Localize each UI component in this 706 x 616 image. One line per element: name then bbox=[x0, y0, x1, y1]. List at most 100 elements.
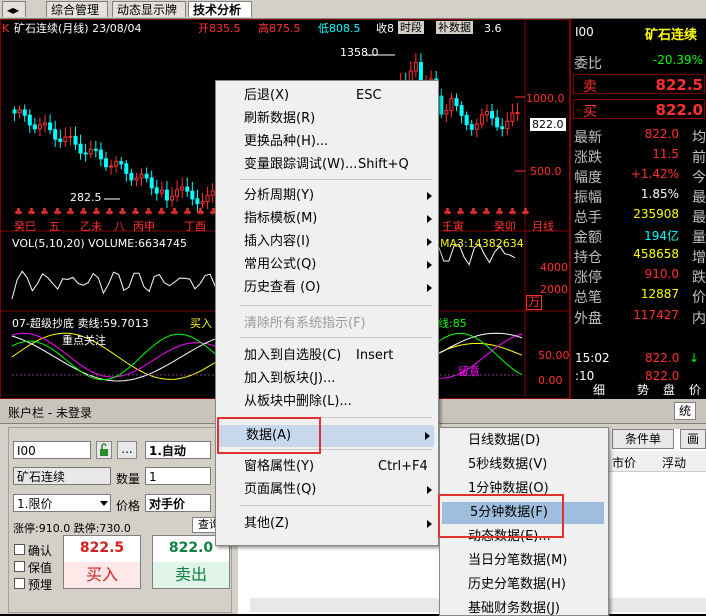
more-button[interactable]: ... bbox=[117, 441, 137, 459]
quote-value: +1.42% bbox=[630, 167, 679, 181]
volume-ma3: MA3:14382634 bbox=[440, 237, 524, 250]
candle-body bbox=[444, 109, 449, 115]
quote-row-10: 涨停 910.0 跌 bbox=[571, 267, 706, 287]
buy-label: 买入 bbox=[64, 562, 140, 588]
quote-extra: 内 bbox=[692, 311, 706, 327]
ind-axis-50: 50.00 bbox=[538, 349, 570, 362]
menu-shortcut: Ctrl+F4 bbox=[378, 459, 428, 474]
quote-row-1: 卖 822.5 bbox=[571, 74, 706, 96]
candle-body bbox=[195, 198, 200, 205]
quote-row-11: 总笔 12887 价 bbox=[571, 287, 706, 307]
candle-body bbox=[68, 135, 73, 138]
menu-separator bbox=[240, 305, 432, 306]
chart-close: 收8 bbox=[376, 22, 394, 35]
submenu-arrow-icon bbox=[427, 215, 432, 223]
tab-scroll-arrows[interactable]: ◂▸ bbox=[2, 1, 26, 17]
qty-input[interactable]: 1 bbox=[145, 467, 211, 485]
time-period-button[interactable]: 时段 bbox=[398, 21, 424, 34]
quote-label: 涨跌 bbox=[574, 150, 602, 166]
confirm-checkbox[interactable] bbox=[14, 544, 25, 555]
season-label-2: 丙申 bbox=[133, 220, 155, 233]
preset-checkbox[interactable] bbox=[14, 578, 25, 589]
svg-text:♣: ♣ bbox=[92, 207, 101, 218]
chevron-down-icon[interactable] bbox=[100, 501, 108, 506]
menu-item-7[interactable]: 常用公式(Q) bbox=[216, 254, 436, 276]
menu-item-label: 页面属性(Q) bbox=[244, 482, 317, 497]
candle-body bbox=[200, 201, 205, 205]
candle-body bbox=[22, 109, 27, 116]
tab-draw[interactable]: 画 bbox=[680, 429, 706, 449]
quote-value: 11.5 bbox=[652, 147, 679, 161]
tab-price[interactable]: 价 bbox=[689, 381, 701, 398]
menu-item-0[interactable]: 后退(X) ESC bbox=[216, 85, 436, 107]
mode-select[interactable]: 1.自动 bbox=[145, 441, 211, 459]
menu-item-15[interactable]: 页面属性(Q) bbox=[216, 479, 436, 501]
tab-conditional-order[interactable]: 条件单 bbox=[612, 429, 674, 449]
menu-item-12[interactable]: 从板块中删除(L)... bbox=[216, 391, 436, 413]
quote-row-5: 幅度 +1.42% 今 bbox=[571, 167, 706, 187]
menu-item-11[interactable]: 加入到板块(J)... bbox=[216, 368, 436, 390]
menu-item-5[interactable]: 指标模板(M) bbox=[216, 208, 436, 230]
hedge-checkbox[interactable] bbox=[14, 561, 25, 572]
season-more-0: 五 bbox=[49, 220, 60, 233]
tab-stat[interactable]: 统 bbox=[674, 402, 696, 420]
tab-tech-analysis[interactable]: 技术分析 bbox=[188, 1, 252, 17]
quote-value: 822.0 bbox=[644, 127, 679, 141]
low-price-label: 282.5 bbox=[70, 191, 102, 204]
candle-body bbox=[93, 148, 98, 151]
menu-item-10[interactable]: 加入到自选股(C) Insert bbox=[216, 345, 436, 367]
menu-item-2[interactable]: 更换品种(H)... bbox=[216, 131, 436, 153]
chart-header-code: K bbox=[2, 22, 10, 35]
lock-icon[interactable] bbox=[96, 441, 112, 459]
submenu-item-0[interactable]: 日线数据(D) bbox=[440, 430, 606, 452]
tick-row: 15:02 822.0 ↓ bbox=[571, 351, 706, 371]
submenu-item-6[interactable]: 历史分笔数据(H) bbox=[440, 574, 606, 596]
svg-text:♣: ♣ bbox=[469, 207, 478, 218]
menu-item-3[interactable]: 变量跟踪调试(W)... Shift+Q bbox=[216, 154, 436, 176]
svg-text:♣: ♣ bbox=[53, 207, 62, 218]
context-menu: 后退(X) ESC 刷新数据(R) 更换品种(H)... 变量跟踪调试(W)... Shi… bbox=[215, 80, 439, 546]
ind-axis-0: 0.00 bbox=[538, 374, 563, 387]
quote-value: 235908 bbox=[633, 207, 679, 221]
tab-dynamic-board[interactable]: 动态显示牌 bbox=[112, 1, 186, 17]
menu-item-label: 后退(X) bbox=[244, 88, 290, 103]
menu-shortcut: ESC bbox=[356, 88, 382, 103]
code-input[interactable]: I00 bbox=[13, 441, 91, 459]
submenu-item-1[interactable]: 5秒线数据(V) bbox=[440, 454, 606, 476]
price-type-select[interactable]: 1.限价 bbox=[13, 494, 111, 512]
menu-item-16[interactable]: 其他(Z) bbox=[216, 513, 436, 535]
chart-low: 低808.5 bbox=[318, 22, 361, 35]
menu-item-14[interactable]: 窗格属性(Y) Ctrl+F4 bbox=[216, 456, 436, 478]
tick-mark: ↓ bbox=[689, 351, 700, 365]
chart-header-extra: 3.6 bbox=[484, 22, 502, 35]
quote-value: 194亿 bbox=[644, 229, 679, 243]
buy-button[interactable]: 822.5 买入 bbox=[63, 535, 141, 589]
svg-text:♣: ♣ bbox=[66, 207, 75, 218]
quote-extra: 最 bbox=[692, 190, 706, 206]
quote-label: 委比 bbox=[574, 56, 602, 72]
candle-body bbox=[164, 189, 169, 201]
submenu-item-label: 日线数据(D) bbox=[468, 433, 541, 448]
quote-label: 涨停 bbox=[574, 270, 602, 286]
menu-item-label: 插入内容(I) bbox=[244, 234, 310, 249]
svg-text:♣: ♣ bbox=[105, 207, 114, 218]
indicator-note-left: 重点关注 bbox=[62, 334, 106, 347]
indicator-line-label: 线:85 bbox=[438, 317, 467, 330]
submenu-item-7[interactable]: 基础财务数据(J) bbox=[440, 598, 606, 615]
tab-book[interactable]: 盘 bbox=[663, 381, 675, 398]
tab-detail[interactable]: 细 bbox=[593, 381, 605, 398]
svg-text:♣: ♣ bbox=[482, 207, 491, 218]
menu-item-label: 历史查看 (O) bbox=[244, 280, 321, 295]
tab-general[interactable]: 综合管理 bbox=[46, 1, 108, 17]
menu-item-6[interactable]: 插入内容(I) bbox=[216, 231, 436, 253]
refresh-data-button[interactable]: 补数据 bbox=[436, 21, 473, 34]
menu-item-8[interactable]: 历史查看 (O) bbox=[216, 277, 436, 299]
menu-item-4[interactable]: 分析周期(Y) bbox=[216, 185, 436, 207]
submenu-item-5[interactable]: 当日分笔数据(M) bbox=[440, 550, 606, 572]
quote-row-6: 振幅 1.85% 最 bbox=[571, 187, 706, 207]
menu-item-label: 分析周期(Y) bbox=[244, 188, 315, 203]
candle-body bbox=[484, 111, 489, 116]
tab-trend[interactable]: 势 bbox=[637, 381, 649, 398]
menu-item-1[interactable]: 刷新数据(R) bbox=[216, 108, 436, 130]
price-input[interactable]: 对手价 bbox=[145, 494, 211, 512]
